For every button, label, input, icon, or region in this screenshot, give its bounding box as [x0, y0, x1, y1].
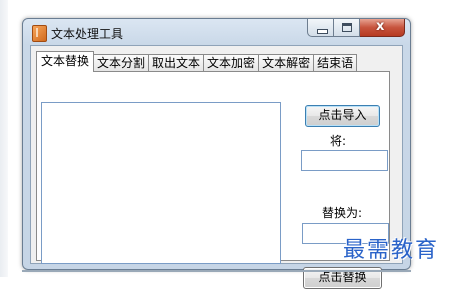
window-title: 文本处理工具 [51, 27, 124, 41]
tab-panel-replace: 点击导入 将: 替换为: 点击替换 [36, 71, 390, 289]
tab-text-split[interactable]: 文本分割 [93, 54, 150, 72]
tab-closing-words[interactable]: 结束语 [313, 54, 358, 72]
minimize-icon [317, 29, 328, 34]
tab-text-encrypt[interactable]: 文本加密 [203, 54, 260, 72]
close-button[interactable]: x [360, 19, 405, 37]
minimize-button[interactable] [307, 19, 334, 37]
text-content-area[interactable] [41, 102, 281, 264]
tab-text-replace[interactable]: 文本替换 [36, 51, 95, 72]
find-input[interactable] [301, 150, 388, 171]
app-book-icon [32, 25, 47, 42]
tab-strip: 文本替换 文本分割 取出文本 文本加密 文本解密 结束语 [36, 51, 358, 72]
close-icon: x [376, 19, 385, 34]
watermark-text: 最需教育 [343, 238, 440, 263]
desktop-edge [0, 0, 8, 277]
maximize-icon [342, 23, 352, 32]
caption-buttons: x [307, 19, 405, 38]
find-label: 将: [330, 134, 347, 148]
tab-text-decrypt[interactable]: 文本解密 [258, 54, 315, 72]
replace-with-label: 替换为: [322, 206, 363, 220]
window-shadow-edge [22, 270, 411, 272]
import-button[interactable]: 点击导入 [305, 105, 380, 127]
tab-extract-text[interactable]: 取出文本 [148, 54, 205, 72]
maximize-button[interactable] [334, 19, 360, 37]
title-bar[interactable]: 文本处理工具 x [23, 19, 410, 45]
